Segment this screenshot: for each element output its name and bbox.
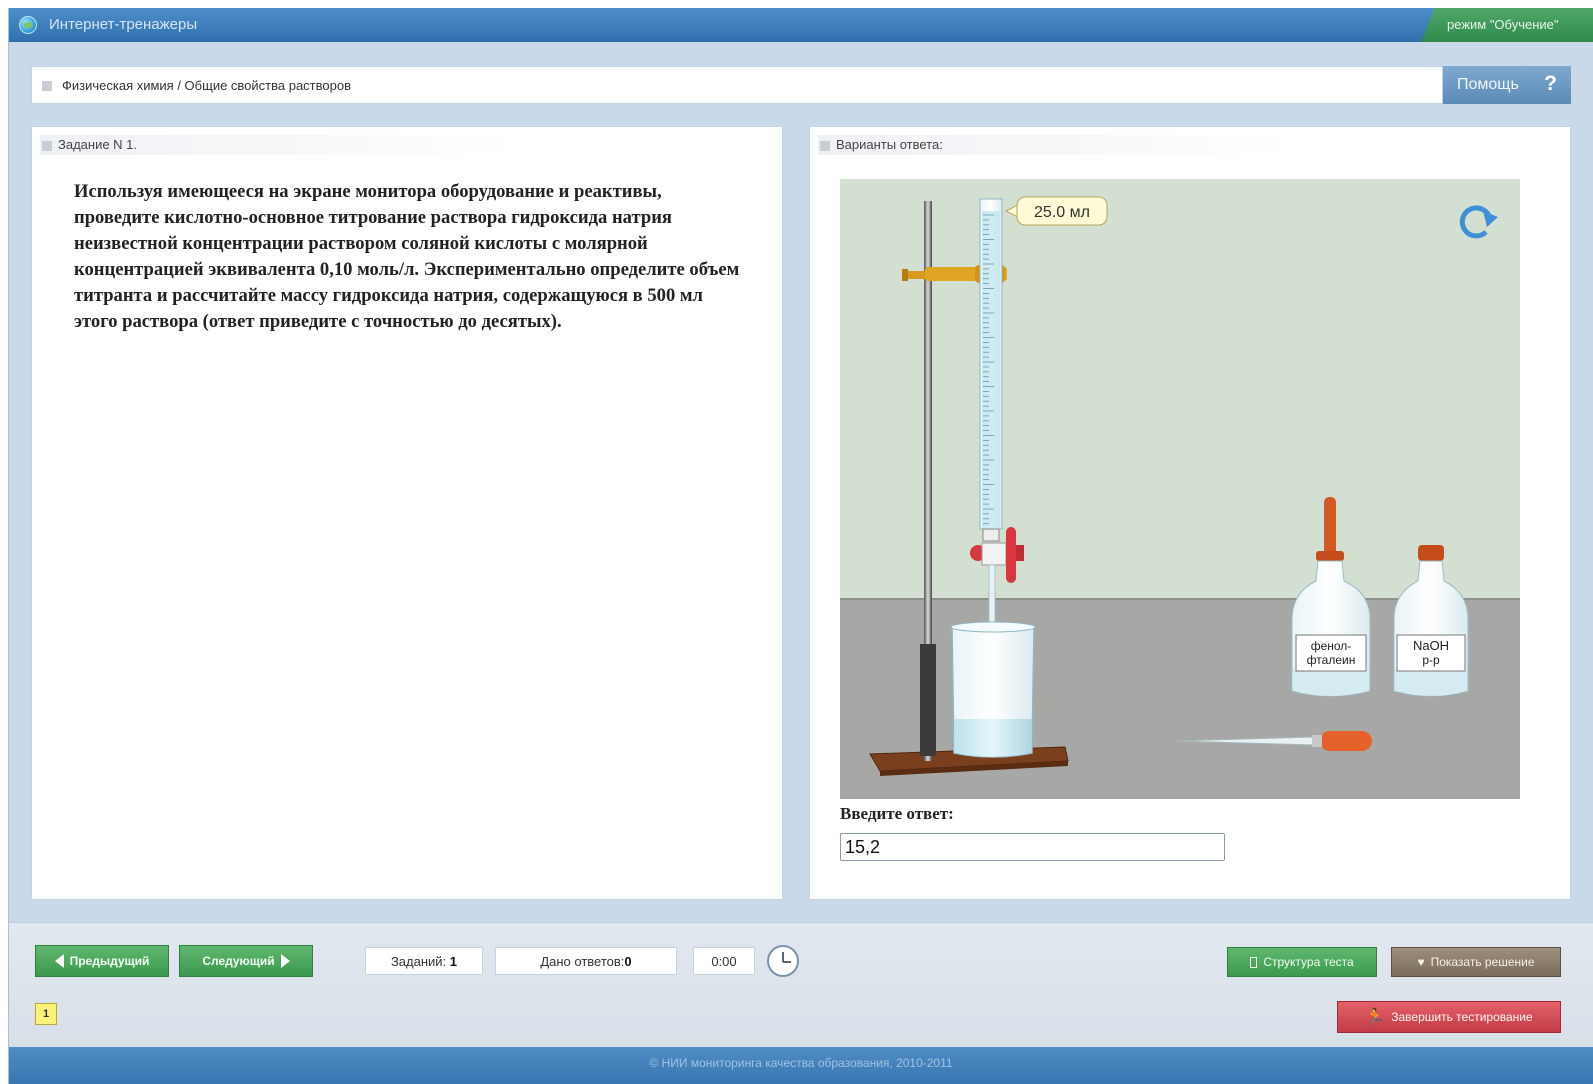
bottom-toolbar: Предыдущий Следующий Заданий: 1 Дано отв… bbox=[9, 922, 1593, 1047]
answer-input-label: Введите ответ: bbox=[840, 804, 954, 823]
task-title: Задание N 1. bbox=[58, 137, 138, 152]
answer-header: Варианты ответа: bbox=[818, 135, 1298, 155]
tasks-label: Заданий: bbox=[390, 953, 447, 969]
test-structure-button[interactable]: Структура теста bbox=[1227, 947, 1377, 977]
task-panel: Задание N 1. Используя имеющееся на экра… bbox=[31, 126, 783, 900]
breadcrumb-text: Физическая химия / Общие свойства раство… bbox=[62, 78, 351, 93]
clock-icon bbox=[767, 945, 799, 977]
task-header: Задание N 1. bbox=[40, 135, 520, 155]
show-solution-button[interactable]: ♥ Показать решение bbox=[1391, 947, 1561, 977]
breadcrumb: Физическая химия / Общие свойства раство… bbox=[31, 66, 1443, 104]
svg-text:25.0 мл: 25.0 мл bbox=[1034, 204, 1090, 221]
answers-given-label: Дано ответов: bbox=[540, 953, 625, 969]
structure-icon bbox=[1250, 956, 1258, 968]
timer: 0:00 bbox=[693, 947, 755, 975]
svg-text:NaOH: NaOH bbox=[1413, 638, 1449, 653]
app-window: Интернет-тренажеры режим "Обучение" Физи… bbox=[8, 8, 1593, 1084]
help-button[interactable]: Помощь ? bbox=[1443, 66, 1571, 104]
prev-button[interactable]: Предыдущий bbox=[35, 945, 169, 977]
burette-reading: 25.0 мл bbox=[1004, 196, 1108, 226]
answers-given-value: 0 bbox=[624, 953, 632, 969]
app-title: Интернет-тренажеры bbox=[49, 16, 198, 33]
finish-label: Завершить тестирование bbox=[1391, 1010, 1533, 1024]
globe-logo-icon bbox=[19, 16, 37, 34]
wall bbox=[840, 179, 1520, 599]
bullet-icon bbox=[820, 141, 830, 151]
answer-panel: Варианты ответа: 25.0 мл фенол- фталеин … bbox=[809, 126, 1571, 900]
titration-lab-scene[interactable]: 25.0 мл фенол- фталеин NaOH р-р bbox=[840, 179, 1520, 799]
arrow-right-icon bbox=[280, 954, 290, 968]
bullet-icon bbox=[42, 81, 52, 91]
answer-title: Варианты ответа: bbox=[836, 137, 943, 152]
heart-icon: ♥ bbox=[1417, 955, 1425, 969]
question-icon: ? bbox=[1544, 72, 1557, 95]
structure-label: Структура теста bbox=[1263, 955, 1354, 969]
beaker[interactable] bbox=[950, 621, 1036, 758]
bullet-icon bbox=[42, 141, 52, 151]
answer-input[interactable] bbox=[840, 833, 1225, 861]
task-text: Используя имеющееся на экране монитора о… bbox=[74, 181, 740, 332]
timer-value: 0:00 bbox=[711, 953, 737, 969]
tasks-value: 1 bbox=[449, 953, 458, 969]
answers-given: Дано ответов: 0 bbox=[495, 947, 677, 975]
svg-text:фенол-: фенол- bbox=[1311, 639, 1352, 653]
help-label: Помощь bbox=[1457, 76, 1519, 93]
title-bar: Интернет-тренажеры режим "Обучение" bbox=[9, 8, 1593, 42]
prev-label: Предыдущий bbox=[69, 954, 150, 968]
arrow-left-icon bbox=[54, 954, 64, 968]
show-solution-label: Показать решение bbox=[1430, 955, 1535, 969]
next-label: Следующий bbox=[202, 954, 275, 968]
running-man-icon: 🏃 bbox=[1365, 1009, 1386, 1026]
tasks-count: Заданий: 1 bbox=[365, 947, 483, 975]
task-page-1[interactable]: 1 bbox=[35, 1003, 57, 1025]
next-button[interactable]: Следующий bbox=[179, 945, 313, 977]
mode-indicator: режим "Обучение" bbox=[1421, 8, 1593, 42]
footer: © НИИ мониторинга качества образования, … bbox=[9, 1047, 1593, 1084]
svg-text:фталеин: фталеин bbox=[1307, 653, 1356, 667]
finish-test-button[interactable]: 🏃 Завершить тестирование bbox=[1337, 1001, 1561, 1033]
svg-text:р-р: р-р bbox=[1422, 653, 1440, 667]
